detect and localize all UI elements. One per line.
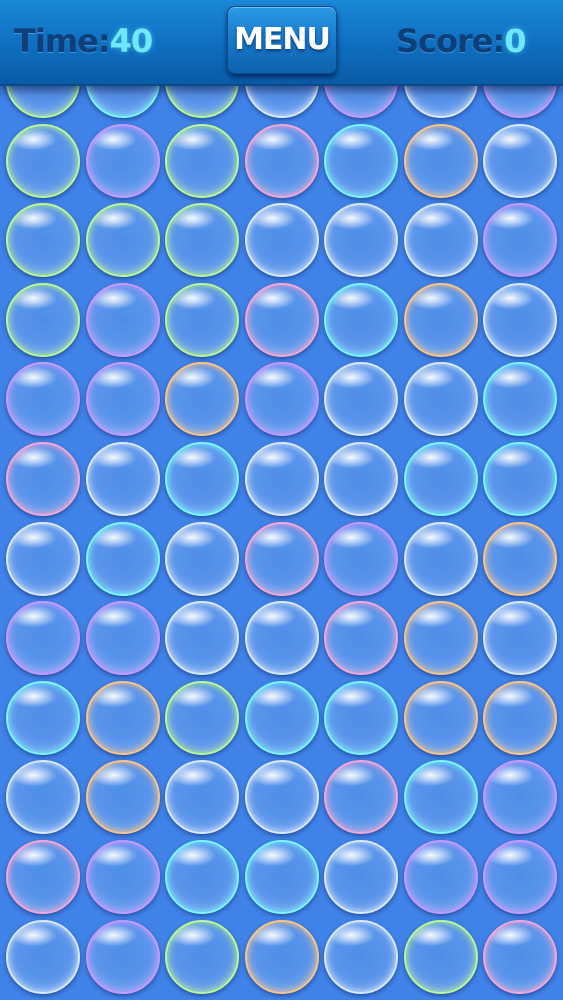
bubble[interactable] (403, 919, 478, 994)
bubble[interactable] (6, 123, 80, 198)
bubble[interactable] (85, 601, 160, 676)
bubble[interactable] (403, 601, 478, 676)
bubble[interactable] (165, 282, 239, 357)
bubble[interactable] (6, 521, 80, 596)
bubble[interactable] (483, 760, 557, 835)
score-label: Score: (396, 22, 505, 60)
bubble[interactable] (324, 840, 398, 914)
bubble[interactable] (6, 601, 80, 676)
bubble[interactable] (6, 203, 80, 278)
bubble[interactable] (165, 442, 239, 516)
bubble[interactable] (85, 760, 160, 835)
bubble[interactable] (483, 521, 557, 596)
time-label: Time: (14, 22, 111, 60)
bubble[interactable] (324, 362, 398, 437)
bubble[interactable] (6, 840, 80, 914)
score-value: 0 (504, 22, 526, 60)
bubble[interactable] (483, 203, 557, 278)
bubble[interactable] (403, 760, 478, 835)
bubble[interactable] (165, 680, 239, 755)
time-display: Time:40 (14, 18, 154, 64)
bubble[interactable] (244, 840, 319, 914)
bubble[interactable] (324, 680, 398, 755)
bubble[interactable] (483, 362, 557, 437)
bubble[interactable] (403, 203, 478, 278)
bubble[interactable] (6, 919, 80, 994)
bubble[interactable] (6, 362, 80, 437)
bubble[interactable] (483, 840, 557, 914)
bubble[interactable] (6, 680, 80, 755)
bubble[interactable] (85, 680, 160, 755)
bubble[interactable] (165, 919, 239, 994)
bubble[interactable] (483, 282, 557, 357)
bubble[interactable] (403, 442, 478, 516)
bubble[interactable] (165, 362, 239, 437)
bubble[interactable] (483, 123, 557, 198)
bubble[interactable] (324, 521, 398, 596)
bubble[interactable] (403, 680, 478, 755)
bubble[interactable] (165, 123, 239, 198)
bubble[interactable] (483, 919, 557, 994)
bubble[interactable] (244, 123, 319, 198)
bubble[interactable] (85, 919, 160, 994)
bubble[interactable] (324, 601, 398, 676)
bubble[interactable] (165, 840, 239, 914)
bubble[interactable] (324, 760, 398, 835)
bubble[interactable] (403, 521, 478, 596)
bubble[interactable] (403, 362, 478, 437)
bubble[interactable] (85, 521, 160, 596)
bubble[interactable] (324, 442, 398, 516)
bubble[interactable] (244, 521, 319, 596)
bubble[interactable] (244, 362, 319, 437)
bubble[interactable] (403, 840, 478, 914)
bubble[interactable] (324, 282, 398, 357)
bubble[interactable] (403, 123, 478, 198)
time-value: 40 (109, 22, 154, 60)
bubble[interactable] (244, 760, 319, 835)
bubble[interactable] (403, 282, 478, 357)
bubble[interactable] (244, 919, 319, 994)
bubble[interactable] (244, 442, 319, 516)
bubble-board (0, 0, 563, 1000)
bubble[interactable] (85, 840, 160, 914)
bubble[interactable] (85, 203, 160, 278)
bubble[interactable] (85, 282, 160, 357)
bubble[interactable] (324, 123, 398, 198)
bubble[interactable] (165, 760, 239, 835)
bubble[interactable] (165, 521, 239, 596)
bubble[interactable] (324, 919, 398, 994)
bubble[interactable] (244, 680, 319, 755)
bubble[interactable] (244, 282, 319, 357)
hud-bar: Time:40 MENU Score:0 (0, 0, 563, 86)
score-display: Score:0 (396, 18, 527, 64)
bubble[interactable] (6, 760, 80, 835)
bubble[interactable] (324, 203, 398, 278)
bubble[interactable] (483, 680, 557, 755)
menu-button[interactable]: MENU (227, 6, 337, 74)
bubble[interactable] (483, 601, 557, 676)
bubble[interactable] (165, 601, 239, 676)
bubble[interactable] (244, 601, 319, 676)
bubble[interactable] (6, 282, 80, 357)
menu-button-label: MENU (234, 22, 331, 57)
bubble[interactable] (85, 442, 160, 516)
bubble[interactable] (483, 442, 557, 516)
bubble[interactable] (244, 203, 319, 278)
bubble[interactable] (165, 203, 239, 278)
bubble[interactable] (6, 442, 80, 516)
bubble[interactable] (85, 362, 160, 437)
game-screen: Time:40 MENU Score:0 (0, 0, 563, 1000)
bubble[interactable] (85, 123, 160, 198)
